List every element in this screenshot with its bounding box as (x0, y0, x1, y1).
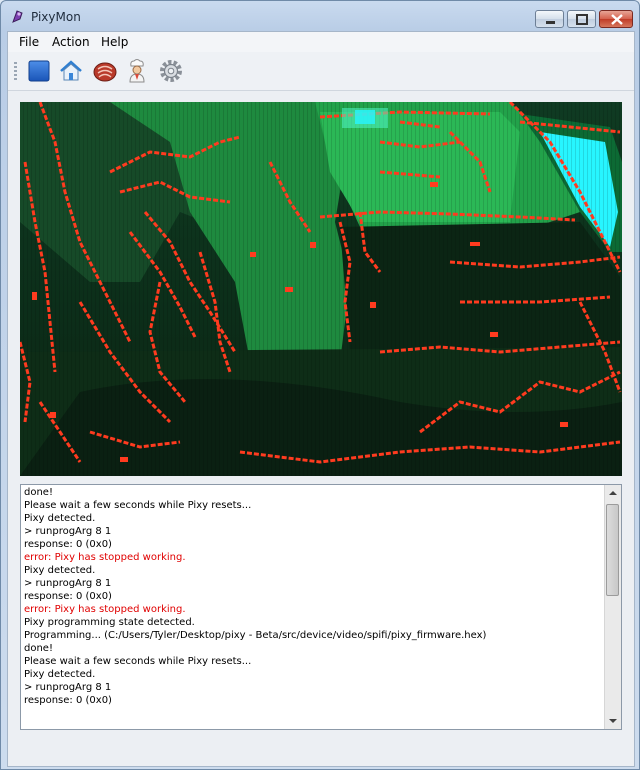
console-line: Pixy programming state detected. (24, 617, 195, 628)
client-area: File Action Help done! Please wait a few… (7, 31, 635, 767)
scroll-up-button[interactable] (605, 485, 621, 501)
console-output[interactable]: done! Please wait a few seconds while Pix… (20, 484, 622, 730)
console-line: Programming... (C:/Users/Tyler/Desktop/p… (24, 630, 487, 641)
menu-file[interactable]: File (19, 35, 39, 49)
menu-help[interactable]: Help (101, 35, 128, 49)
home-icon (60, 60, 82, 81)
video-display[interactable] (20, 102, 622, 476)
console-line: done! (24, 643, 53, 654)
scroll-down-button[interactable] (605, 713, 621, 729)
console-text: done! Please wait a few seconds while Pix… (24, 486, 603, 707)
configure-button[interactable] (158, 58, 184, 84)
console-line: response: 0 (0x0) (24, 539, 112, 550)
console-line: Pixy detected. (24, 565, 96, 576)
stop-icon (28, 60, 50, 82)
console-line: done! (24, 487, 53, 498)
raw-video-button[interactable] (92, 58, 118, 84)
camera-frame-image (20, 102, 622, 476)
console-line: response: 0 (0x0) (24, 591, 112, 602)
window-title: PixyMon (31, 10, 81, 24)
console-line: Pixy detected. (24, 669, 96, 680)
pixymon-window: PixyMon File Action Help done! Please wa… (0, 0, 640, 770)
menu-bar: File Action Help (8, 32, 634, 52)
chef-button[interactable] (124, 58, 150, 84)
console-error-line: error: Pixy has stopped working. (24, 552, 186, 563)
minimize-button[interactable] (535, 10, 564, 28)
maximize-button[interactable] (567, 10, 596, 28)
scroll-down-icon (609, 719, 617, 723)
raw-video-icon (93, 62, 117, 82)
console-scrollbar[interactable] (604, 485, 621, 729)
console-line: Please wait a few seconds while Pixy res… (24, 656, 252, 667)
gear-icon (160, 60, 182, 82)
console-line: Pixy detected. (24, 513, 96, 524)
toolbar (8, 52, 634, 91)
minimize-icon (546, 21, 555, 24)
console-line: response: 0 (0x0) (24, 695, 112, 706)
stop-button[interactable] (26, 58, 52, 84)
chef-icon (129, 59, 145, 83)
home-button[interactable] (58, 58, 84, 84)
pixymon-app-icon (12, 10, 23, 23)
scroll-up-icon (609, 491, 617, 495)
console-line: > runprogArg 8 1 (24, 578, 112, 589)
maximize-icon (576, 14, 588, 25)
menu-action[interactable]: Action (52, 35, 90, 49)
close-icon (611, 14, 623, 25)
console-error-line: error: Pixy has stopped working. (24, 604, 186, 615)
scroll-thumb[interactable] (606, 504, 619, 596)
close-button[interactable] (599, 10, 633, 28)
toolbar-grip[interactable] (14, 62, 17, 80)
console-line: Please wait a few seconds while Pixy res… (24, 500, 252, 511)
title-bar[interactable]: PixyMon (1, 1, 639, 31)
console-line: > runprogArg 8 1 (24, 526, 112, 537)
console-line: > runprogArg 8 1 (24, 682, 112, 693)
